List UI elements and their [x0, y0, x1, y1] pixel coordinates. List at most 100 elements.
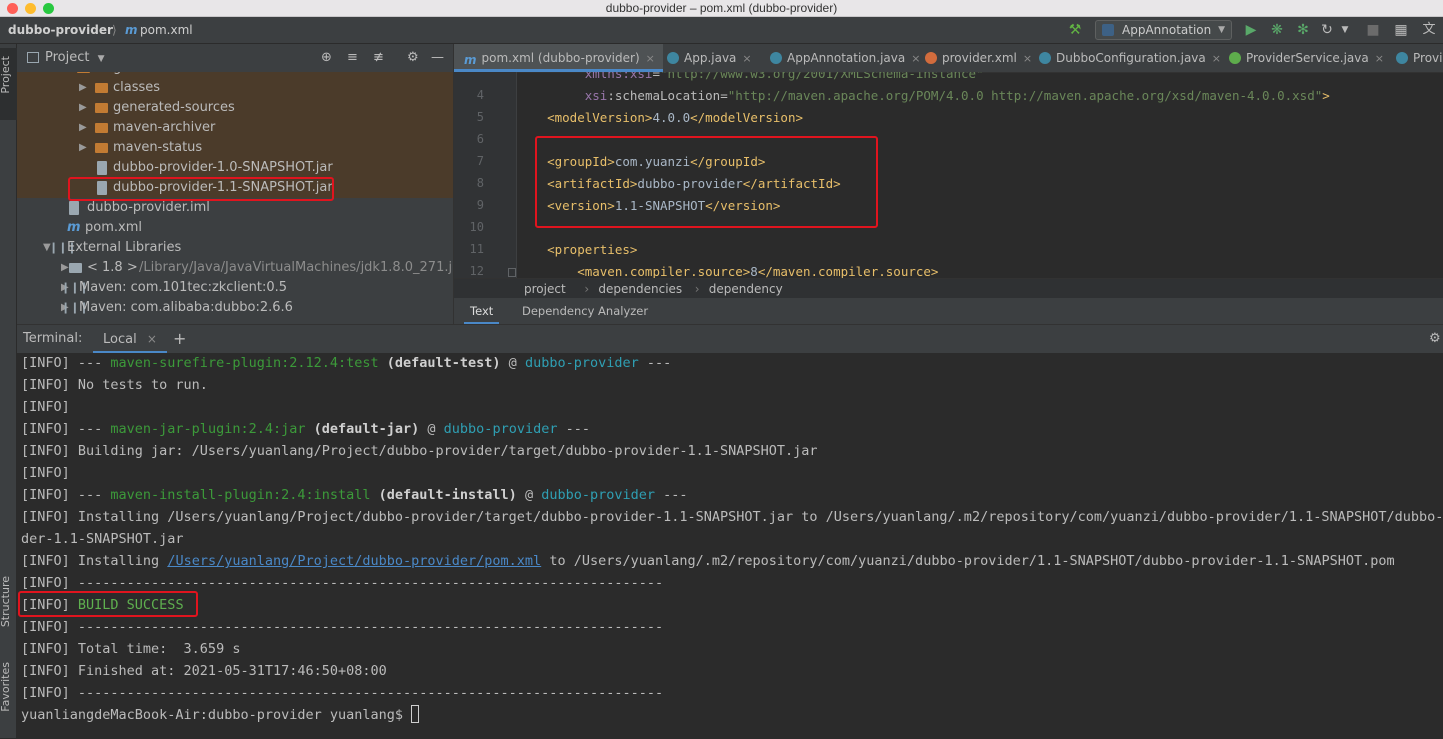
gear-icon[interactable]: ⚙	[407, 44, 419, 72]
terminal-line: [INFO] Total time: 3.659 s	[21, 638, 240, 660]
terminal-token: @	[516, 487, 542, 503]
hide-panel-icon[interactable]: —	[431, 44, 444, 72]
close-icon[interactable]: ×	[646, 52, 655, 65]
more-run-options-chevron-icon[interactable]: ▼	[1336, 21, 1354, 39]
close-icon[interactable]: ×	[1375, 52, 1384, 65]
gear-icon[interactable]: ⚙	[1429, 325, 1441, 353]
tree-item[interactable]: ▶ < 1.8 >/Library/Java/JavaVirtualMachine…	[17, 258, 453, 278]
editor-tab[interactable]: ProviderService.java ×	[1219, 44, 1392, 72]
project-view-label: Project	[45, 50, 90, 65]
structure-tool-label: Structure	[0, 576, 12, 628]
close-window-button[interactable]	[7, 3, 18, 14]
run-configuration-select[interactable]: AppAnnotation ▼	[1095, 20, 1232, 40]
editor-tab[interactable]: provider.xml ×	[915, 44, 1040, 72]
tree-item-label: External Libraries	[67, 240, 182, 255]
terminal-line: [INFO] ---------------------------------…	[21, 616, 663, 638]
coverage-icon[interactable]: ✻	[1294, 21, 1312, 39]
code-token: >	[1322, 88, 1330, 103]
breadcrumb-file[interactable]: pom.xml	[140, 17, 193, 43]
tree-item[interactable]: ▶ generated-sources	[17, 98, 453, 118]
tree-item[interactable]: ▶ maven-status	[17, 138, 453, 158]
terminal-token: ---	[557, 421, 590, 437]
xml-breadcrumb-item[interactable]: dependencies	[598, 279, 682, 299]
stop-icon[interactable]: ■	[1364, 21, 1382, 39]
terminal-token: (default-install)	[370, 487, 517, 503]
maximize-window-button[interactable]	[43, 3, 54, 14]
file-type-icon	[667, 52, 679, 64]
code-line[interactable]: <maven.compiler.source>8</maven.compiler…	[517, 264, 938, 278]
code-line[interactable]: xmlns:xsi="http://www.w3.org/2001/XMLSch…	[517, 72, 984, 81]
terminal-token: ---	[655, 487, 688, 503]
navigation-toolbar: dubbo-provider ⟩ m pom.xml ⚒ AppAnnotati…	[0, 17, 1443, 44]
editor-tab[interactable]: AppAnnotation.java ×	[760, 44, 928, 72]
editor-tab[interactable]: Provid	[1386, 44, 1443, 72]
close-icon[interactable]: ×	[147, 332, 157, 346]
tree-item[interactable]: ▼ ❙❙❙ External Libraries	[17, 238, 453, 258]
debug-icon[interactable]: ❋	[1268, 21, 1286, 39]
tree-item[interactable]: ▶ ❙❙❙ Maven: com.101tec:zkclient:0.5	[17, 278, 453, 298]
code-token: =	[652, 72, 660, 81]
maven-file-icon: m	[67, 220, 81, 235]
terminal-line: [INFO]	[21, 462, 70, 484]
editor-tab[interactable]: App.java ×	[657, 44, 760, 72]
profile-icon[interactable]: ↻	[1318, 21, 1336, 39]
structure-tool-window-button[interactable]: Structure	[0, 572, 17, 644]
folder-icon	[95, 103, 108, 113]
code-line[interactable]: xsi:schemaLocation="http://maven.apache.…	[517, 88, 1330, 103]
breadcrumb-chevron-icon: ›	[584, 282, 590, 296]
project-view-select[interactable]: Project ▼	[45, 44, 105, 73]
code-line[interactable]: <modelVersion>4.0.0</modelVersion>	[517, 110, 803, 125]
chevron-right-icon[interactable]: ▶	[79, 78, 87, 98]
subtab-text[interactable]: Text	[464, 298, 500, 324]
editor-tab[interactable]: m pom.xml (dubbo-provider) ×	[454, 44, 663, 72]
terminal-token: [INFO] ---------------------------------…	[21, 685, 664, 701]
xml-breadcrumb-item[interactable]: project	[524, 279, 566, 299]
code-token: <modelVersion>	[517, 110, 653, 125]
new-terminal-tab-button[interactable]: +	[173, 325, 186, 353]
chevron-right-icon[interactable]: ▶	[79, 138, 87, 158]
terminal-token: @	[500, 355, 525, 371]
subtab-dependency-analyzer[interactable]: Dependency Analyzer	[516, 298, 654, 324]
breadcrumb-project[interactable]: dubbo-provider	[8, 17, 113, 43]
code-token: </maven.compiler.source>	[757, 264, 939, 278]
tree-item[interactable]: m pom.xml	[17, 218, 453, 238]
tree-item-label: < 1.8 >	[87, 260, 138, 275]
tree-item-label: dubbo-provider-1.0-SNAPSHOT.jar	[113, 160, 333, 175]
terminal-tab-local[interactable]: Local ×	[93, 325, 167, 353]
run-icon[interactable]: ▶	[1242, 21, 1260, 39]
terminal-token: [INFO] Finished at: 2021-05-31T17:46:50+…	[21, 663, 387, 679]
terminal-file-link[interactable]: /Users/yuanlang/Project/dubbo-provider/p…	[167, 553, 541, 569]
fold-marker-icon[interactable]	[508, 268, 516, 277]
tree-item[interactable]: ▶ ❙❙❙ Maven: com.alibaba:dubbo:2.6.6	[17, 298, 453, 318]
tree-item[interactable]: dubbo-provider-1.0-SNAPSHOT.jar	[17, 158, 453, 178]
minimize-window-button[interactable]	[25, 3, 36, 14]
favorites-tool-window-button[interactable]: Favorites	[0, 662, 17, 738]
code-token: <maven.compiler.source>	[517, 264, 751, 278]
project-tool-label: Project	[0, 56, 12, 94]
terminal-token: @	[419, 421, 444, 437]
close-icon[interactable]: ×	[742, 52, 751, 65]
terminal-output[interactable]: [INFO] --- maven-surefire-plugin:2.12.4:…	[21, 353, 1443, 739]
xml-breadcrumb-item[interactable]: dependency	[709, 279, 783, 299]
terminal-token: maven-surefire-plugin:2.12.4:test	[110, 355, 379, 371]
chevron-right-icon[interactable]: ▶	[79, 118, 87, 138]
chevron-right-icon[interactable]: ▶	[61, 258, 69, 278]
tree-item[interactable]: ▶ maven-archiver	[17, 118, 453, 138]
tree-item[interactable]: ▶ classes	[17, 78, 453, 98]
editor-tab[interactable]: DubboConfiguration.java ×	[1029, 44, 1229, 72]
library-icon: ❙❙❙	[61, 281, 89, 294]
chevron-right-icon[interactable]: ▶	[79, 98, 87, 118]
translate-icon[interactable]: 文	[1420, 21, 1438, 39]
folder-icon	[95, 143, 108, 153]
chevron-down-icon: ▼	[97, 54, 105, 64]
collapse-all-icon[interactable]: ≢	[373, 44, 384, 72]
build-hammer-icon[interactable]: ⚒	[1066, 21, 1084, 39]
terminal-line: [INFO] No tests to run.	[21, 374, 208, 396]
locate-target-icon[interactable]: ⊕	[321, 44, 332, 72]
expand-all-icon[interactable]: ≡	[347, 44, 358, 72]
tree-item-label: maven-status	[113, 140, 203, 155]
code-line[interactable]: <properties>	[517, 242, 637, 257]
tree-item[interactable]: dubbo-provider.iml	[17, 198, 453, 218]
project-structure-icon[interactable]: ▦	[1392, 21, 1410, 39]
project-tool-window-button[interactable]: Project	[0, 48, 17, 120]
